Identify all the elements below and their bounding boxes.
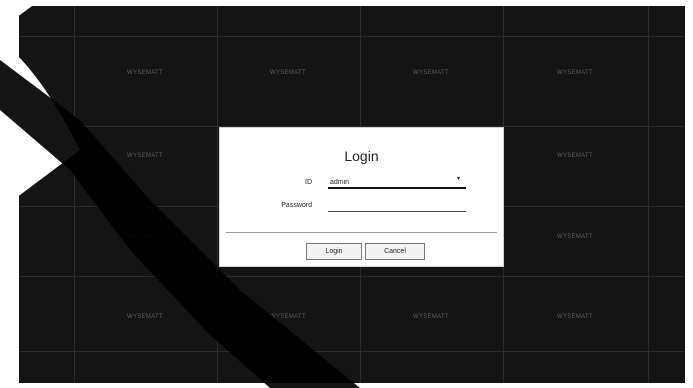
camera-label: WYSEMATT <box>127 234 163 240</box>
password-label: Password <box>281 202 312 209</box>
camera-label: WYSEMATT <box>413 70 449 76</box>
camera-label: WYSEMATT <box>557 234 593 240</box>
camera-label: WYSEMATT <box>557 70 593 76</box>
grid-divider <box>74 6 75 383</box>
id-field[interactable] <box>328 177 466 189</box>
camera-label: WYSEMATT <box>557 153 593 159</box>
camera-label: WYSEMATT <box>270 314 306 320</box>
grid-divider <box>19 36 685 37</box>
chevron-down-icon[interactable]: ▾ <box>457 175 460 182</box>
dialog-title: Login <box>344 148 379 164</box>
grid-divider <box>648 6 649 383</box>
camera-label: WYSEMATT <box>270 70 306 76</box>
camera-label: WYSEMATT <box>127 314 163 320</box>
password-field[interactable] <box>328 200 466 212</box>
id-label: ID <box>305 179 312 186</box>
camera-label: WYSEMATT <box>557 314 593 320</box>
camera-label: WYSEMATT <box>127 153 163 159</box>
grid-divider <box>217 6 218 383</box>
cancel-button[interactable]: Cancel <box>365 243 425 260</box>
dialog-divider <box>226 232 497 233</box>
login-button[interactable]: Login <box>306 243 362 260</box>
camera-label: WYSEMATT <box>413 314 449 320</box>
camera-label: WYSEMATT <box>127 70 163 76</box>
grid-divider <box>19 351 685 352</box>
grid-divider <box>19 276 685 277</box>
login-dialog: Login ID ▾ Password Login Cancel <box>219 127 504 267</box>
